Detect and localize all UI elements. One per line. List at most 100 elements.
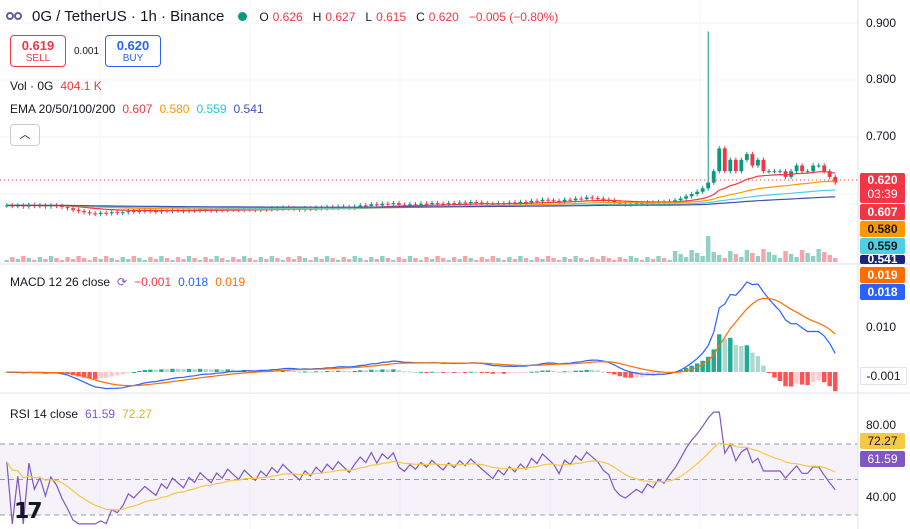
- macd-histogram-bar: [120, 372, 125, 375]
- macd-histogram-bar: [175, 368, 181, 372]
- macd-histogram-bar: [474, 371, 479, 373]
- volume-bar: [203, 257, 208, 262]
- volume-bar: [76, 256, 81, 262]
- chart-canvas[interactable]: [0, 0, 910, 529]
- candle-body: [546, 199, 550, 201]
- candle-body: [800, 165, 805, 172]
- volume-bar: [319, 259, 324, 262]
- macd-signal-tag: 0.019: [860, 267, 905, 283]
- macd-histogram-bar: [567, 371, 573, 373]
- candle-body: [374, 204, 379, 206]
- macd-histogram-bar: [457, 372, 462, 373]
- ema-legend[interactable]: EMA 20/50/100/200 0.607 0.580 0.559 0.54…: [10, 102, 264, 116]
- macd-histogram-bar: [429, 371, 435, 373]
- candle-body: [678, 198, 683, 201]
- macd-axis-label: 0.010: [866, 320, 897, 334]
- macd-histogram-bar: [788, 372, 794, 387]
- candle-body: [153, 211, 158, 213]
- candle-body: [358, 205, 363, 207]
- rsi-tag: 61.59: [860, 451, 905, 467]
- volume-bar: [545, 256, 551, 262]
- macd-histogram-bar: [507, 372, 512, 374]
- candle-body: [601, 198, 606, 200]
- volume-bar: [335, 260, 341, 262]
- macd-histogram-bar: [330, 371, 335, 373]
- volume-bar: [330, 258, 335, 262]
- volume-bar: [87, 260, 92, 262]
- macd-histogram-bar: [722, 338, 727, 372]
- macd-histogram-bar: [302, 371, 308, 373]
- candle-body: [65, 207, 70, 209]
- macd-histogram-bar: [103, 372, 109, 378]
- volume-legend[interactable]: Vol · 0G 404.1 K: [10, 79, 102, 93]
- candle-body: [822, 165, 827, 172]
- candle-body: [595, 197, 600, 199]
- candle-body: [408, 204, 412, 206]
- candle-body: [76, 209, 81, 212]
- volume-bar: [402, 259, 407, 262]
- macd-histogram-bar: [462, 372, 468, 373]
- candle-body: [363, 205, 368, 207]
- macd-histogram-bar: [98, 372, 103, 379]
- volume-bar: [645, 257, 650, 262]
- volume-bar: [92, 257, 98, 262]
- volume-bar: [777, 258, 783, 262]
- volume-bar: [761, 249, 766, 262]
- volume-bar: [10, 257, 15, 262]
- candle-body: [396, 203, 401, 205]
- macd-histogram-bar: [352, 370, 357, 372]
- macd-histogram-bar: [418, 371, 424, 373]
- candle-body: [579, 198, 584, 200]
- macd-histogram-bar: [827, 372, 832, 387]
- rsi-legend[interactable]: RSI 14 close 61.59 72.27: [10, 407, 152, 421]
- macd-histogram-bar: [192, 369, 197, 372]
- volume-bar: [573, 256, 578, 262]
- macd-histogram-bar: [153, 369, 159, 372]
- volume-bar: [186, 256, 192, 262]
- volume-bar: [192, 258, 197, 262]
- macd-histogram-bar: [496, 372, 501, 374]
- candle-body: [419, 203, 423, 205]
- macd-histogram-bar: [523, 372, 529, 373]
- candle-body: [430, 203, 434, 205]
- macd-histogram-bar: [380, 369, 385, 372]
- volume-bar: [705, 236, 711, 262]
- volume-bar: [457, 259, 462, 262]
- ema100-tag: 0.559: [860, 238, 905, 254]
- sell-button[interactable]: 0.619 SELL: [10, 35, 66, 67]
- volume-bar: [126, 259, 131, 262]
- volume-bar: [369, 257, 374, 262]
- candle-body: [722, 148, 727, 172]
- volume-bar: [512, 259, 518, 262]
- ema200-tag: 0.541: [860, 255, 905, 264]
- candle-body: [551, 200, 556, 202]
- macd-histogram-bar: [512, 372, 518, 374]
- macd-histogram-bar: [540, 370, 545, 372]
- volume-bar: [451, 257, 457, 262]
- candle-body: [93, 213, 98, 215]
- volume-bar: [264, 259, 269, 262]
- collapse-legend-button[interactable]: ︿: [10, 124, 40, 146]
- volume-bar: [275, 258, 280, 262]
- change-value: −0.005 (−0.80%): [468, 9, 559, 24]
- candle-body: [435, 203, 440, 205]
- candle-body: [689, 194, 694, 197]
- volume-bar: [308, 260, 313, 262]
- macd-histogram-bar: [733, 345, 739, 372]
- volume-bar: [678, 254, 683, 262]
- macd-legend[interactable]: MACD 12 26 close ⟳ −0.001 0.018 0.019: [10, 275, 245, 289]
- buy-button[interactable]: 0.620 BUY: [105, 35, 161, 67]
- macd-histogram-bar: [728, 337, 733, 372]
- symbol-title[interactable]: 0G / TetherUS · 1h · Binance: [32, 8, 224, 25]
- volume-bar: [534, 257, 540, 262]
- volume-bar: [418, 260, 424, 262]
- candle-body: [573, 198, 578, 201]
- volume-bar: [799, 250, 805, 262]
- candle-body: [733, 159, 738, 172]
- candle-body: [700, 188, 705, 192]
- volume-bar: [37, 257, 43, 262]
- candle-body: [137, 211, 142, 213]
- macd-histogram-bar: [562, 371, 567, 373]
- ohlc-values: O 0.626 H 0.627 L 0.615 C 0.620 −0.005 (−0.8…: [259, 9, 559, 24]
- macd-histogram-bar: [821, 372, 827, 383]
